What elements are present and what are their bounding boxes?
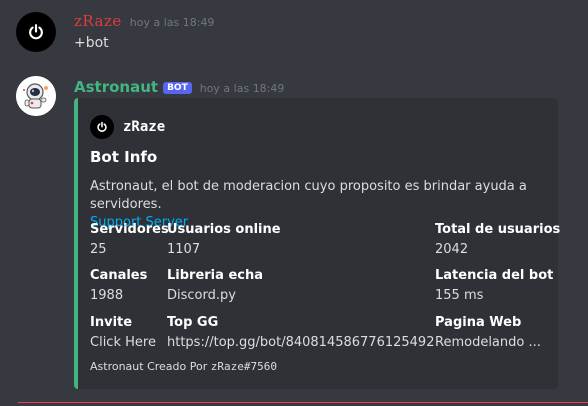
power-icon (29, 24, 43, 40)
field-usuarios-online: Usuarios online 1107 (167, 221, 281, 259)
bot-badge: BOT (163, 82, 192, 94)
field-value: 25 (90, 242, 107, 257)
bot-info-embed: zRaze Bot Info Astronaut, el bot de mode… (74, 98, 560, 389)
top-gg-link[interactable]: https://top.gg/bot/840814586776125492 (167, 334, 434, 352)
footer-text: Astronaut Creado Por (90, 360, 208, 373)
description-text: Astronaut, el bot de moderacion cuyo pro… (90, 179, 527, 212)
embed-author-avatar (90, 115, 114, 139)
user-avatar[interactable] (16, 12, 56, 52)
field-name: Canales (90, 268, 148, 283)
field-value: Remodelando ... (435, 335, 541, 350)
field-value: 155 ms (435, 288, 484, 303)
field-libreria: Libreria echa Discord.py (167, 267, 263, 305)
footer-user: zRaze#7560 (210, 360, 277, 373)
embed-author: zRaze (90, 115, 165, 139)
field-name: Latencia del bot (435, 268, 554, 283)
field-name: Total de usuarios (435, 222, 561, 237)
field-name: Servidores (90, 222, 169, 237)
timestamp: hoy a las 18:49 (199, 82, 285, 95)
field-name: Usuarios online (167, 222, 281, 237)
embed-footer: Astronaut Creado Por zRaze#7560 (90, 360, 277, 373)
field-name: Libreria echa (167, 268, 263, 283)
field-value: 2042 (435, 242, 469, 257)
invite-link[interactable]: Click Here (90, 334, 156, 352)
embed-title: Bot Info (90, 148, 158, 166)
embed-author-name: zRaze (123, 119, 166, 135)
field-name: Pagina Web (435, 315, 522, 330)
field-name: Invite (90, 315, 133, 330)
field-latencia: Latencia del bot 155 ms (435, 267, 553, 305)
field-value: 1107 (167, 242, 201, 257)
field-top-gg: Top GG https://top.gg/bot/84081458677612… (167, 314, 434, 352)
message-content: +bot (74, 35, 109, 51)
field-name: Top GG (167, 315, 219, 330)
field-canales: Canales 1988 (90, 267, 147, 305)
timestamp: hoy a las 18:49 (129, 16, 215, 29)
field-servidores: Servidores 25 (90, 221, 169, 259)
field-invite: Invite Click Here (90, 314, 156, 352)
field-pagina-web: Pagina Web Remodelando ... (435, 314, 541, 352)
power-icon (97, 121, 107, 132)
bot-avatar[interactable] (16, 76, 56, 116)
username[interactable]: Astronaut (74, 78, 158, 96)
field-value: Discord.py (167, 288, 236, 303)
field-value: 1988 (90, 288, 124, 303)
message-zraze: zRaze hoy a las 18:49 +bot (0, 0, 588, 70)
astronaut-icon (16, 76, 56, 116)
new-messages-divider (18, 402, 588, 403)
message-header: Astronaut BOT hoy a las 18:49 (74, 78, 284, 96)
field-total-usuarios: Total de usuarios 2042 (435, 221, 560, 259)
username[interactable]: zRaze (74, 12, 122, 30)
message-header: zRaze hoy a las 18:49 (74, 12, 214, 30)
